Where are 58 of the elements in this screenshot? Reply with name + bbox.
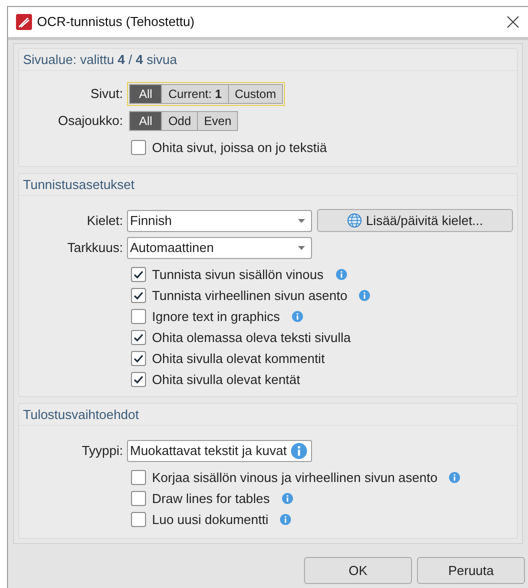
checkmark-icon xyxy=(133,290,144,301)
checkbox[interactable] xyxy=(131,351,146,366)
close-icon[interactable] xyxy=(507,16,519,28)
globe-icon xyxy=(346,213,362,228)
segment-tab[interactable]: All xyxy=(129,84,162,104)
checkbox[interactable] xyxy=(131,267,146,282)
dropdown[interactable]: Muokattavat tekstit ja kuvat xyxy=(127,440,312,462)
checkbox[interactable] xyxy=(131,372,146,387)
caret-icon xyxy=(298,246,305,250)
checkbox-label: Tunnista virheellinen sivun asento xyxy=(152,286,348,305)
info-icon[interactable] xyxy=(359,290,370,301)
dialog-button[interactable]: OK xyxy=(304,557,412,584)
checkbox-label: Draw lines for tables xyxy=(152,490,270,508)
checkbox-label: Ignore text in graphics xyxy=(152,308,280,326)
checkbox[interactable] xyxy=(131,470,146,485)
segment-tab[interactable]: Even xyxy=(197,111,238,131)
info-icon[interactable] xyxy=(282,493,293,504)
segment-tab[interactable]: Custom xyxy=(228,84,284,104)
section-header: Tulostusvaihtoehdot xyxy=(23,406,139,424)
segment-tab[interactable]: All xyxy=(129,111,162,131)
section-header: Sivualue: valittu 4 / 4 sivua xyxy=(23,50,177,69)
info-icon[interactable] xyxy=(292,311,303,322)
update-languages-button[interactable]: Lisää/päivitä kielet... xyxy=(317,209,513,232)
checkbox[interactable] xyxy=(131,330,146,345)
info-icon[interactable] xyxy=(280,514,292,525)
field-label: Kielet: xyxy=(86,212,123,230)
checkbox[interactable] xyxy=(131,140,146,155)
segment-tab[interactable]: Current: 1 xyxy=(161,84,229,104)
dropdown[interactable]: Automaattinen xyxy=(127,237,312,259)
checkbox-label: Ohita sivulla olevat kommentit xyxy=(152,350,325,368)
info-icon[interactable] xyxy=(290,443,307,459)
section-header: Tunnistusasetukset xyxy=(23,176,135,194)
checkbox-label: Korjaa sisällön vinous ja virheellinen sivun asento xyxy=(152,468,438,487)
window-title: OCR-tunnistus (Tehostettu) xyxy=(37,13,195,32)
checkbox-label: Ohita sivulla olevat kentät xyxy=(152,370,300,389)
checkbox-label: Ohita sivut, joissa on jo tekstiä xyxy=(152,138,327,157)
segment-tab[interactable]: Odd xyxy=(161,111,198,131)
checkbox[interactable] xyxy=(131,309,146,324)
checkbox-label: Ohita olemassa oleva teksti sivulla xyxy=(152,328,351,347)
dropdown[interactable]: Finnish xyxy=(127,210,312,232)
checkmark-icon xyxy=(133,269,144,280)
info-icon[interactable] xyxy=(336,269,346,280)
checkbox[interactable] xyxy=(131,491,146,506)
field-label: Tarkkuus: xyxy=(67,239,123,258)
field-label: Osajoukko: xyxy=(58,112,123,130)
app-logo-icon xyxy=(16,14,32,30)
dialog-button[interactable]: Peruuta xyxy=(417,557,525,584)
checkbox[interactable] xyxy=(131,288,146,303)
checkbox-label: Tunnista sivun sisällön vinous xyxy=(152,266,324,284)
checkmark-icon xyxy=(133,332,144,343)
checkmark-icon xyxy=(133,353,144,364)
field-label: Tyyppi: xyxy=(82,442,123,460)
caret-icon xyxy=(298,218,305,222)
checkbox-label: Luo uusi dokumentti xyxy=(152,510,268,529)
info-icon[interactable] xyxy=(449,472,460,483)
checkmark-icon xyxy=(133,374,144,385)
checkbox[interactable] xyxy=(131,512,146,527)
field-label: Sivut: xyxy=(90,85,123,104)
